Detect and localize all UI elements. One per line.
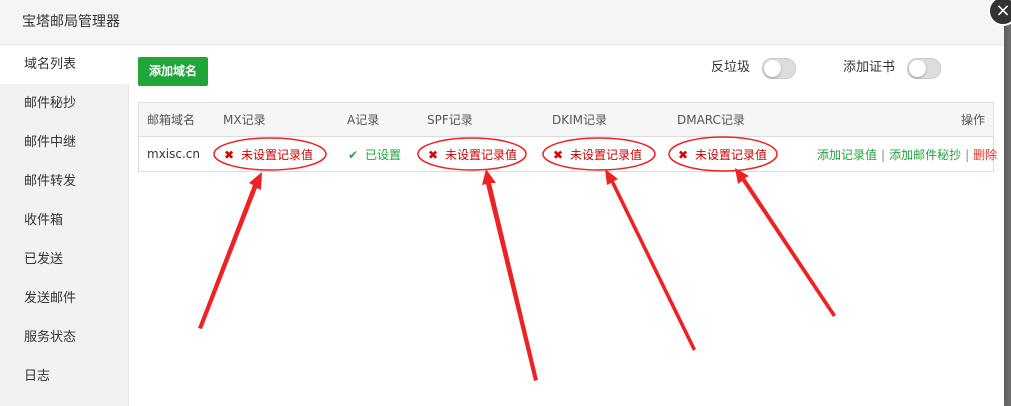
add-cert-toggle-group: 添加证书 xyxy=(843,57,942,79)
add-cert-label: 添加证书 xyxy=(843,60,896,75)
sidebar-item-mail-relay[interactable]: 邮件中继 xyxy=(0,123,128,162)
header-dkim: DKIM记录 xyxy=(552,113,608,127)
add-domain-button[interactable]: 添加域名 xyxy=(138,57,209,86)
sidebar-item-send-mail[interactable]: 发送邮件 xyxy=(0,279,128,318)
table-header: 邮箱域名 MX记录 A记录 SPF记录 DKIM记录 DMARC记录 操作 xyxy=(139,103,993,137)
header-domain: 邮箱域名 xyxy=(147,113,196,127)
sidebar-item-service-status[interactable]: 服务状态 xyxy=(0,318,128,357)
action-separator: | xyxy=(881,147,886,162)
dmarc-status-text: 未设置记录值 xyxy=(695,147,768,162)
main-panel: 添加域名 反垃圾 添加证书 邮箱域名 MX记录 A记录 SPF记录 DKIM记录… xyxy=(138,57,997,172)
delete-link[interactable]: 删除 xyxy=(973,148,997,162)
header-mx: MX记录 xyxy=(223,113,266,127)
domain-name: mxisc.cn xyxy=(147,147,200,161)
sidebar-item-mail-forward[interactable]: 邮件转发 xyxy=(0,162,128,201)
spam-filter-switch[interactable] xyxy=(762,57,797,79)
switch-knob xyxy=(909,59,927,77)
spf-status: ✖ 未设置记录值 xyxy=(419,146,544,163)
switch-knob xyxy=(764,59,782,77)
dkim-status-text: 未设置记录值 xyxy=(570,147,643,162)
row-actions: 添加记录值 | 添加邮件秘抄 | 删除 xyxy=(817,146,1005,163)
spam-filter-label: 反垃圾 xyxy=(711,60,751,75)
sidebar-item-domain-list[interactable]: 域名列表 xyxy=(0,45,129,84)
cross-icon: ✖ xyxy=(552,147,564,162)
header-actions: 操作 xyxy=(960,113,985,127)
sidebar: 域名列表 邮件秘抄 邮件中继 邮件转发 收件箱 已发送 发送邮件 服务状态 日志 xyxy=(0,45,129,406)
header-a: A记录 xyxy=(347,113,380,127)
header-dmarc: DMARC记录 xyxy=(677,113,745,127)
check-icon: ✔ xyxy=(347,147,359,162)
sidebar-item-logs[interactable]: 日志 xyxy=(0,357,128,396)
toolbar: 添加域名 反垃圾 添加证书 xyxy=(138,57,992,87)
cross-icon: ✖ xyxy=(427,147,439,162)
header-spf: SPF记录 xyxy=(427,113,473,127)
spf-status-text: 未设置记录值 xyxy=(445,147,518,162)
a-status-text: 已设置 xyxy=(365,147,402,162)
dmarc-status: ✖ 未设置记录值 xyxy=(669,146,817,163)
cross-icon: ✖ xyxy=(223,147,235,162)
add-cert-switch[interactable] xyxy=(907,57,942,79)
a-status: ✔ 已设置 xyxy=(339,146,419,163)
cross-icon: ✖ xyxy=(677,147,689,162)
dkim-status: ✖ 未设置记录值 xyxy=(544,146,669,163)
add-record-link[interactable]: 添加记录值 xyxy=(817,148,877,162)
mail-manager-dialog: 宝塔邮局管理器 域名列表 邮件秘抄 邮件中继 邮件转发 收件箱 已发送 发送邮件… xyxy=(0,0,1004,406)
sidebar-item-inbox[interactable]: 收件箱 xyxy=(0,201,128,240)
mx-status-text: 未设置记录值 xyxy=(241,147,314,162)
table-row: mxisc.cn ✖ 未设置记录值 ✔ 已设置 ✖ 未设置记录值 ✖ 未设置记录值 ✖ 未… xyxy=(139,137,997,171)
action-separator: | xyxy=(965,147,970,162)
add-bcc-link[interactable]: 添加邮件秘抄 xyxy=(889,148,961,162)
mx-status: ✖ 未设置记录值 xyxy=(215,146,339,163)
spam-filter-toggle-group: 反垃圾 xyxy=(711,57,797,79)
dialog-title: 宝塔邮局管理器 xyxy=(0,0,1004,45)
sidebar-item-sent[interactable]: 已发送 xyxy=(0,240,128,279)
domain-table: 邮箱域名 MX记录 A记录 SPF记录 DKIM记录 DMARC记录 操作 mx… xyxy=(138,102,997,172)
sidebar-item-mail-bcc[interactable]: 邮件秘抄 xyxy=(0,84,128,123)
